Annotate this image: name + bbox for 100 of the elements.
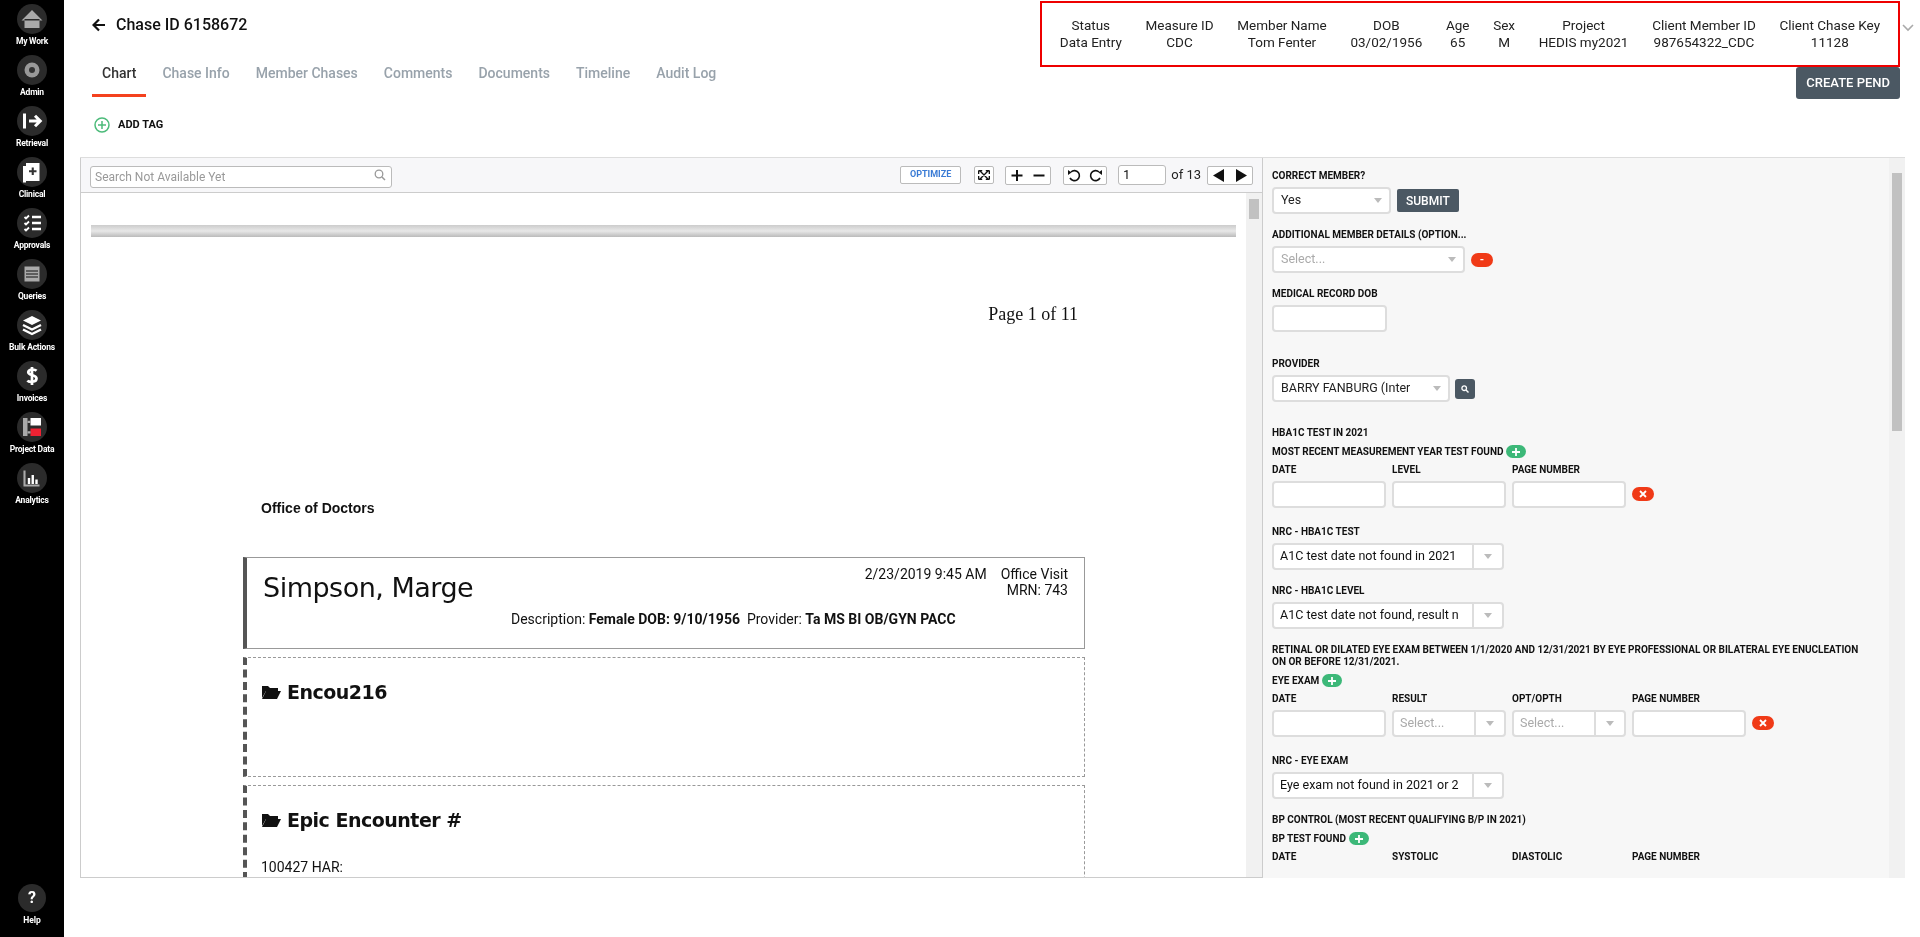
field-label: BP CONTROL (MOST RECENT QUALIFYING B/P IN 2021) (1272, 814, 1527, 826)
search-icon[interactable] (1461, 384, 1469, 393)
tab[interactable]: Chart (92, 63, 147, 97)
caret-icon[interactable] (1433, 386, 1441, 391)
sidebar-item[interactable]: Admin (20, 87, 44, 97)
remove-button[interactable]: - (1471, 252, 1493, 267)
summary-label: Member Name (1237, 17, 1327, 34)
arrow-right-icon[interactable] (17, 106, 47, 136)
input-field[interactable] (1272, 305, 1387, 332)
layers-icon[interactable] (17, 310, 47, 340)
caret-icon[interactable] (1606, 721, 1614, 726)
scrollbar[interactable] (1889, 158, 1905, 878)
sidebar-item[interactable]: Queries (17, 291, 47, 301)
page-label: Page 1 of 11 (988, 303, 1078, 326)
input-field[interactable] (1632, 710, 1746, 737)
sidebar-item[interactable]: Analytics (15, 495, 49, 505)
input-field[interactable] (1512, 481, 1626, 508)
office-name: Office of Doctors (261, 500, 375, 516)
input-field[interactable] (1272, 710, 1386, 737)
search-button[interactable] (1455, 378, 1475, 399)
mrn: MRN: 743 (1006, 582, 1068, 598)
sidebar-item[interactable]: Approvals (13, 240, 51, 250)
chevron-down-icon[interactable] (1902, 24, 1914, 32)
caret-icon[interactable] (1374, 198, 1382, 203)
plus-icon[interactable] (1328, 676, 1337, 685)
field-label: DIASTOLIC (1512, 851, 1564, 863)
close-icon[interactable] (1759, 719, 1767, 727)
fullscreen-icon[interactable] (974, 166, 995, 184)
add-button[interactable] (1506, 445, 1527, 458)
add-button[interactable] (1349, 832, 1369, 845)
field-label: PAGE NUMBER (1632, 693, 1701, 705)
search-field[interactable]: Search Not Available Yet (90, 166, 392, 188)
dollar-icon[interactable] (17, 361, 47, 391)
input-field[interactable] (1392, 481, 1506, 508)
home-icon[interactable] (17, 4, 47, 34)
page-number-field[interactable]: 1 (1118, 165, 1167, 185)
summary-value: 987654322_CDC (1653, 34, 1755, 51)
help-link[interactable]: Help (23, 914, 41, 927)
back-arrow-icon[interactable] (92, 18, 106, 32)
field-label: EYE EXAM (1272, 674, 1320, 687)
summary-label: Age (1445, 17, 1470, 34)
sidebar-item[interactable]: Retrieval (15, 138, 49, 148)
sidebar-item[interactable]: Clinical (18, 189, 46, 199)
list-icon[interactable] (17, 259, 47, 289)
add-circle-icon[interactable] (94, 117, 110, 134)
dropdown[interactable]: Eye exam not found in 2021 or 2 (1272, 772, 1504, 799)
field-label: ADDITIONAL MEMBER DETAILS (OPTION... (1272, 229, 1468, 241)
hierarchy-icon[interactable] (17, 412, 47, 442)
patient-name: Simpson, Marge (263, 571, 474, 605)
plus-icon[interactable] (1512, 447, 1521, 456)
field-label: OPT/OPTH (1512, 693, 1563, 705)
sidebar-item[interactable]: Bulk Actions (9, 342, 55, 352)
submit-button[interactable]: SUBMIT (1397, 189, 1459, 212)
field-label: SYSTOLIC (1392, 851, 1440, 863)
field-label: DATE (1272, 693, 1298, 705)
scrollbar[interactable] (1246, 193, 1262, 877)
gear-icon[interactable] (17, 55, 47, 85)
folder-icon (261, 684, 281, 701)
caret-icon[interactable] (1484, 613, 1492, 618)
visit-datetime: 2/23/2019 9:45 AM (864, 566, 987, 582)
add-tag-link[interactable]: ADD TAG (118, 117, 164, 134)
page-count: of 13 (1171, 166, 1201, 185)
clipboard-icon[interactable] (17, 157, 47, 187)
help-icon[interactable]: ? (18, 884, 46, 913)
field-label: PAGE NUMBER (1632, 851, 1701, 863)
dropdown[interactable]: A1C test date not found in 2021 (1272, 543, 1504, 570)
visit-type: Office Visit (1000, 566, 1068, 582)
dropdown[interactable]: A1C test date not found, result n (1272, 602, 1504, 629)
add-button[interactable] (1322, 674, 1343, 687)
sidebar-item[interactable]: Invoices (16, 393, 48, 403)
caret-icon[interactable] (1484, 554, 1492, 559)
caret-icon[interactable] (1484, 783, 1492, 788)
checklist-icon[interactable] (17, 208, 47, 238)
caret-icon[interactable] (1486, 721, 1494, 726)
summary-value: HEDIS my2021 (1538, 34, 1629, 51)
sidebar-item[interactable]: My Work (15, 36, 49, 46)
dropdown[interactable]: BARRY FANBURG (Inter (1272, 375, 1450, 402)
caret-icon[interactable] (1448, 257, 1456, 262)
field-label: RETINAL OR DILATED EYE EXAM BETWEEN 1/1/2020 AND 12/31/2021 BY EYE PROFESSIONAL OR BILATERAL EYE ENUCLEATION ON OR BEFORE 12/31/2021. (1272, 644, 1860, 668)
section-title: Epic Encounter # (287, 808, 462, 833)
field-label: CORRECT MEMBER? (1272, 170, 1367, 182)
optimize-button[interactable]: OPTIMIZE (899, 166, 962, 184)
create-pend-button[interactable]: CREATE PEND (1796, 67, 1900, 99)
field-label: NRC - EYE EXAM (1272, 755, 1350, 767)
field-label: DATE (1272, 464, 1298, 476)
field-label: PAGE NUMBER (1512, 464, 1581, 476)
field-label: MOST RECENT MEASUREMENT YEAR TEST FOUND (1272, 445, 1504, 458)
plus-icon[interactable] (1355, 834, 1363, 843)
summary-value: 11128 (1810, 34, 1849, 51)
close-icon[interactable] (1639, 490, 1647, 498)
field-label: MEDICAL RECORD DOB (1272, 288, 1379, 300)
remove-button[interactable] (1752, 716, 1774, 730)
bar-chart-icon[interactable] (17, 463, 47, 493)
dropdown[interactable]: Yes (1272, 187, 1391, 214)
remove-button[interactable] (1632, 487, 1654, 501)
field-label: HBA1C TEST IN 2021 (1272, 427, 1370, 439)
summary-label: Project (1562, 17, 1605, 34)
input-field[interactable] (1272, 481, 1386, 508)
page-title: Chase ID 6158672 (116, 14, 248, 36)
sidebar-item[interactable]: Project Data (9, 444, 55, 454)
